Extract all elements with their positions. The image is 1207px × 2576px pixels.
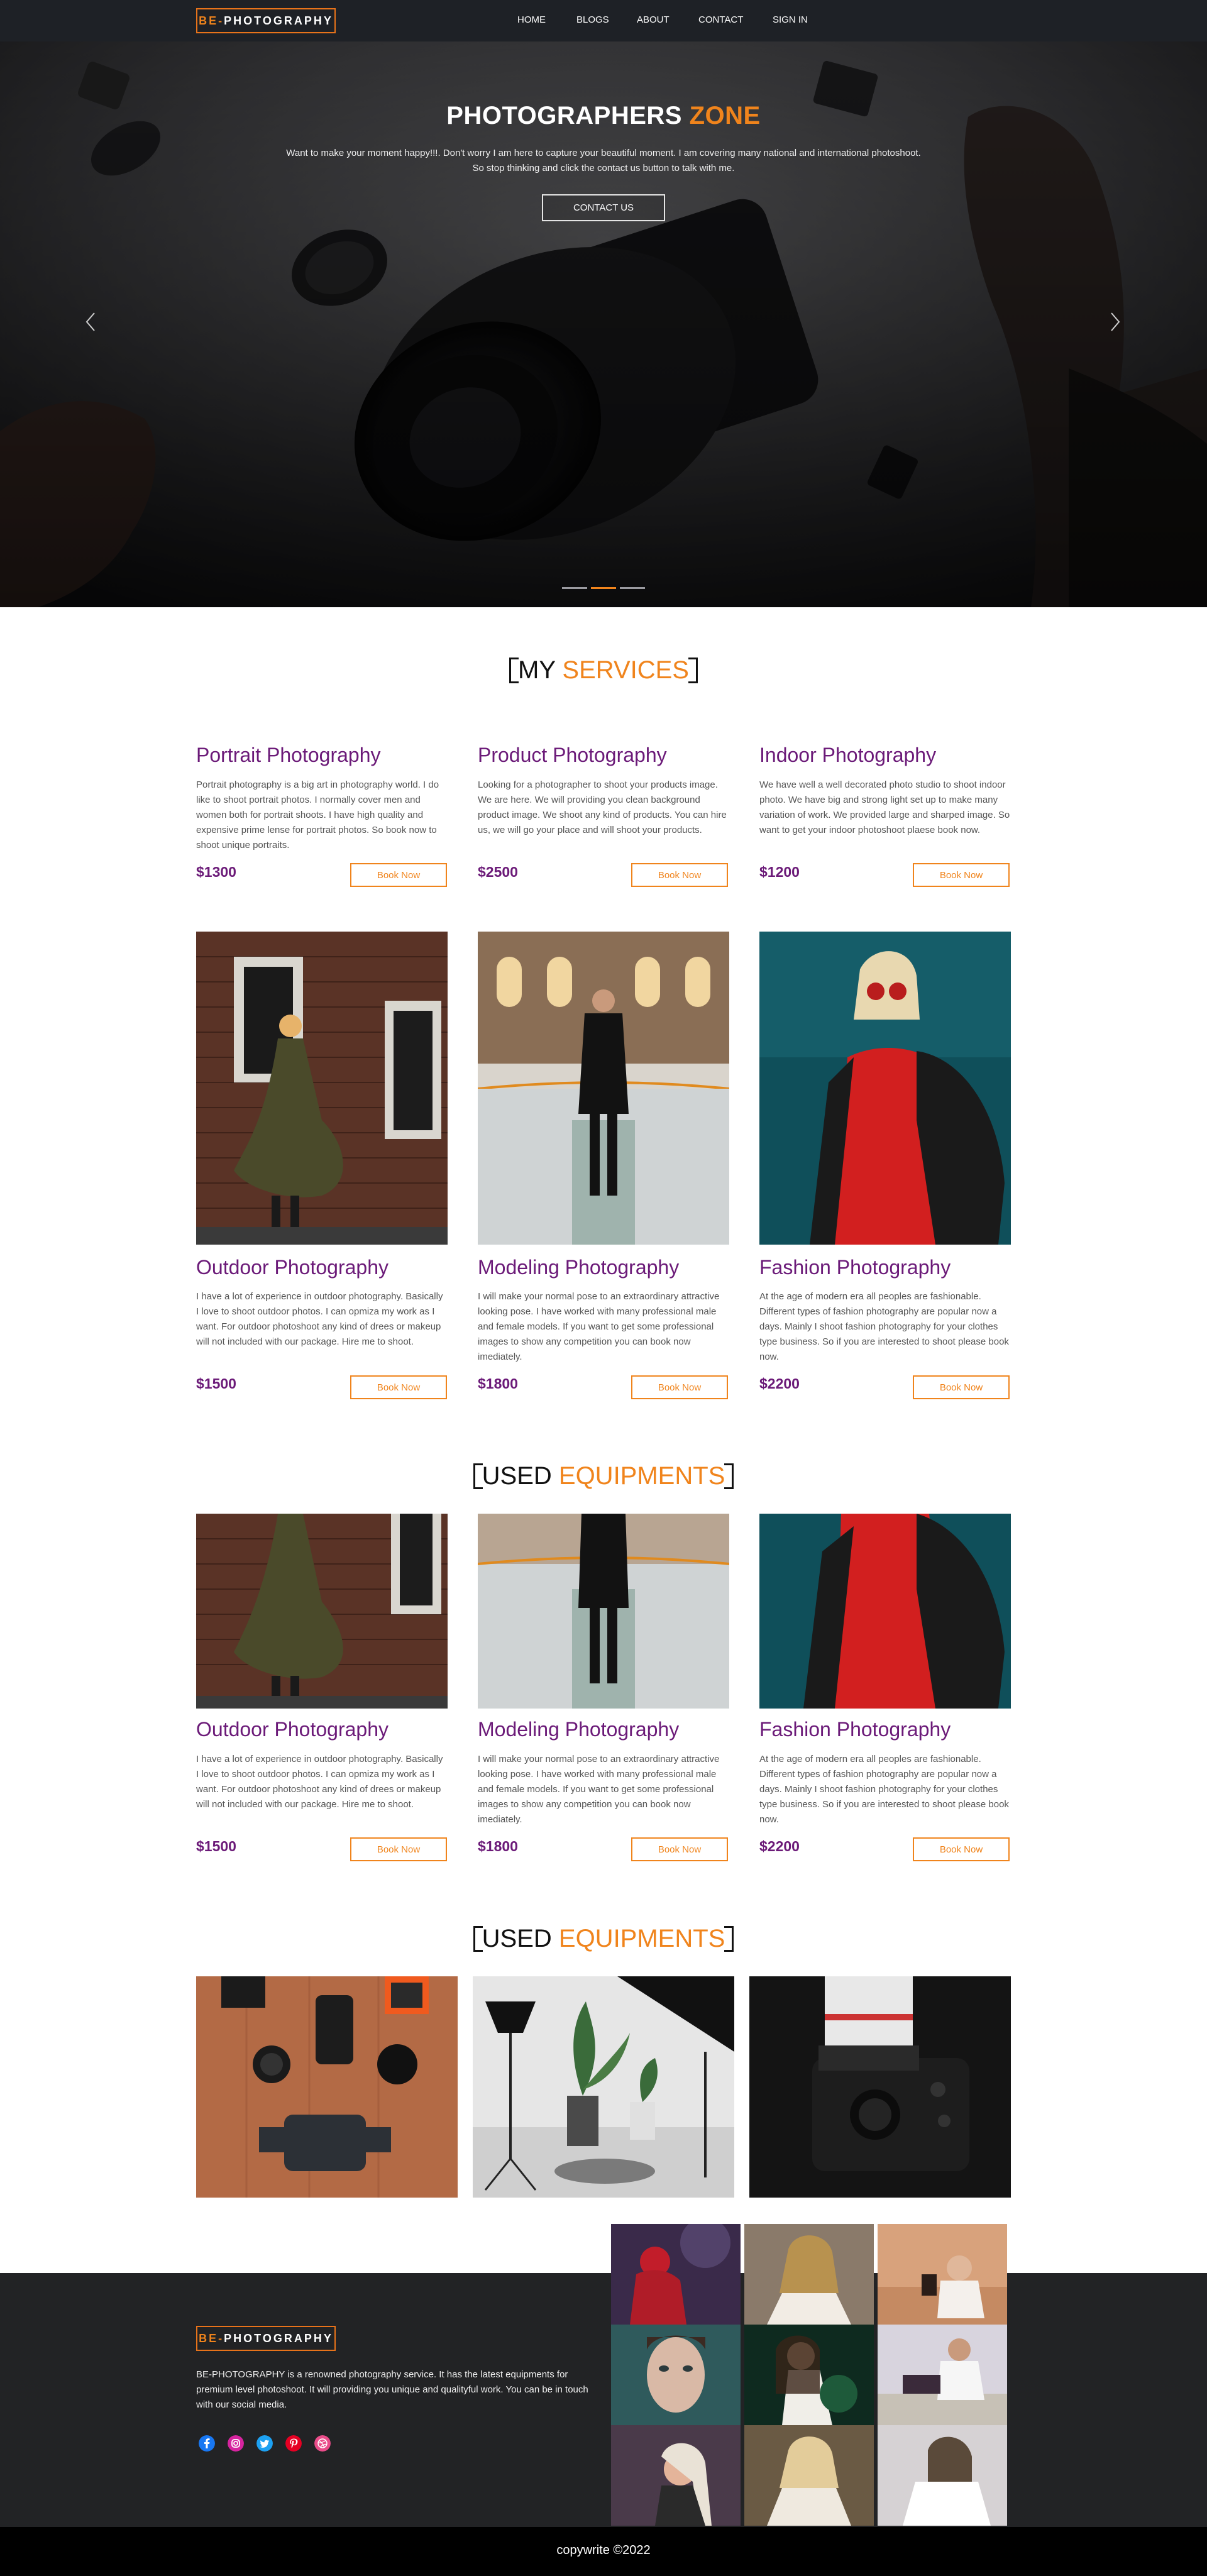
book-now-button[interactable]: Book Now: [913, 863, 1010, 887]
top-navbar: BE- PHOTOGRAPHY HOME BLOGS ABOUT CONTACT …: [0, 0, 1207, 41]
services-title-accent: SERVICES: [562, 656, 689, 684]
gallery-photo: [878, 2425, 1007, 2526]
logo-prefix: BE-: [199, 14, 224, 27]
service-card-text: Looking for a photographer to shoot your…: [478, 779, 727, 835]
book-now-button[interactable]: Book Now: [350, 1375, 447, 1399]
equipments-gallery-title: USED EQUIPMENTS: [0, 1925, 1207, 1953]
contact-us-button[interactable]: CONTACT US: [542, 194, 665, 221]
nav-link-home[interactable]: HOME: [517, 14, 546, 25]
service-card-title: Indoor Photography: [759, 744, 937, 766]
service-card-price: $1200: [759, 864, 800, 880]
equipments-title-accent: EQUIPMENTS: [558, 1462, 725, 1490]
equipment-card-title: Modeling Photography: [478, 1718, 680, 1741]
equipment-card-text: At the age of modern era all peoples are…: [759, 1754, 1009, 1825]
nav-link-contact[interactable]: CONTACT: [698, 14, 743, 25]
footer-logo-prefix: BE-: [199, 2331, 224, 2345]
copyright-text: copywrite ©2022: [556, 2543, 651, 2557]
site-logo[interactable]: BE- PHOTOGRAPHY: [196, 8, 336, 33]
service-card-text: At the age of modern era all peoples are…: [759, 1291, 1009, 1362]
equipment-card-text: I will make your normal pose to an extra…: [478, 1754, 720, 1825]
hero-title: PHOTOGRAPHERS ZONE: [0, 102, 1207, 130]
equipments-title-main: USED: [482, 1462, 552, 1490]
hero-title-main: PHOTOGRAPHERS: [446, 102, 682, 129]
equipment-card-title: Fashion Photography: [759, 1718, 951, 1741]
services-section-title: MY SERVICES: [0, 656, 1207, 685]
service-card-price: $2500: [478, 864, 518, 880]
service-card-title: Fashion Photography: [759, 1256, 951, 1279]
equipment-card-price: $1800: [478, 1838, 518, 1854]
carousel-indicator-1[interactable]: [562, 587, 587, 589]
book-now-button[interactable]: Book Now: [631, 1375, 728, 1399]
service-card-price: $2200: [759, 1375, 800, 1392]
service-card-text: Portrait photography is a big art in pho…: [196, 779, 439, 850]
gallery-photo: [611, 2425, 741, 2526]
equipments-gallery-title-main: USED: [482, 1925, 552, 1952]
carousel-indicator-2[interactable]: [591, 587, 616, 589]
twitter-icon[interactable]: [256, 2435, 273, 2452]
service-card-text: I will make your normal pose to an extra…: [478, 1291, 720, 1362]
gallery-photo: [611, 2224, 741, 2325]
equipments-gallery-title-accent: EQUIPMENTS: [558, 1925, 725, 1952]
camera-closeup-image: [749, 1976, 1011, 2198]
instagram-icon[interactable]: [228, 2435, 244, 2452]
outdoor-photo-image: [196, 1514, 448, 1709]
service-card-price: $1800: [478, 1375, 518, 1392]
equipments-section-title: USED EQUIPMENTS: [0, 1462, 1207, 1490]
service-card-price: $1500: [196, 1375, 236, 1392]
service-card-price: $1300: [196, 864, 236, 880]
book-now-button[interactable]: Book Now: [913, 1837, 1010, 1861]
dribbble-icon[interactable]: [314, 2435, 331, 2452]
logo-text: PHOTOGRAPHY: [224, 14, 333, 27]
gear-flatlay-image: [196, 1976, 458, 2198]
fashion-photo-image: [759, 1514, 1011, 1709]
nav-link-about[interactable]: ABOUT: [637, 14, 670, 25]
service-card-title: Outdoor Photography: [196, 1256, 389, 1279]
book-now-button[interactable]: Book Now: [350, 863, 447, 887]
service-card-title: Modeling Photography: [478, 1256, 680, 1279]
hero-title-accent: ZONE: [689, 102, 761, 129]
studio-setup-image: [473, 1976, 734, 2198]
book-now-button[interactable]: Book Now: [350, 1837, 447, 1861]
nav-link-sign-in[interactable]: SIGN IN: [773, 14, 808, 25]
equipment-card-price: $1500: [196, 1838, 236, 1854]
gallery-photo: [878, 2325, 1007, 2425]
nav-link-blogs[interactable]: BLOGS: [576, 14, 609, 25]
service-card-text: I have a lot of experience in outdoor ph…: [196, 1291, 443, 1347]
carousel-prev-arrow-icon[interactable]: [83, 311, 98, 333]
equipment-card-text: I have a lot of experience in outdoor ph…: [196, 1754, 443, 1810]
service-card-title: Portrait Photography: [196, 744, 381, 766]
gallery-photo: [611, 2325, 741, 2425]
outdoor-photo-image: [196, 932, 448, 1245]
hero-description: Want to make your moment happy!!!. Don't…: [226, 146, 981, 176]
footer-description: BE-PHOTOGRAPHY is a renowned photography…: [196, 2369, 588, 2410]
gallery-photo: [744, 2224, 874, 2325]
modeling-photo-image: [478, 1514, 729, 1709]
footer-logo[interactable]: BE- PHOTOGRAPHY: [196, 2326, 336, 2351]
fashion-photo-image: [759, 932, 1011, 1245]
footer: [0, 2273, 1207, 2527]
carousel-indicator-3[interactable]: [620, 587, 645, 589]
hero-text-line2: So stop thinking and click the contact u…: [472, 163, 735, 173]
pinterest-icon[interactable]: [285, 2435, 302, 2452]
book-now-button[interactable]: Book Now: [913, 1375, 1010, 1399]
book-now-button[interactable]: Book Now: [631, 863, 728, 887]
modeling-photo-image: [478, 932, 729, 1245]
service-card-text: We have well a well decorated photo stud…: [759, 779, 1010, 835]
gallery-photo: [744, 2425, 874, 2526]
service-card-title: Product Photography: [478, 744, 667, 766]
equipment-card-price: $2200: [759, 1838, 800, 1854]
carousel-next-arrow-icon[interactable]: [1108, 311, 1123, 333]
gallery-photo: [878, 2224, 1007, 2325]
equipment-card-title: Outdoor Photography: [196, 1718, 389, 1741]
book-now-button[interactable]: Book Now: [631, 1837, 728, 1861]
footer-logo-text: PHOTOGRAPHY: [224, 2331, 333, 2345]
hero-text-line1: Want to make your moment happy!!!. Don't…: [286, 148, 921, 158]
facebook-icon[interactable]: [199, 2435, 215, 2452]
gallery-photo: [744, 2325, 874, 2425]
services-title-main: MY: [518, 656, 556, 684]
